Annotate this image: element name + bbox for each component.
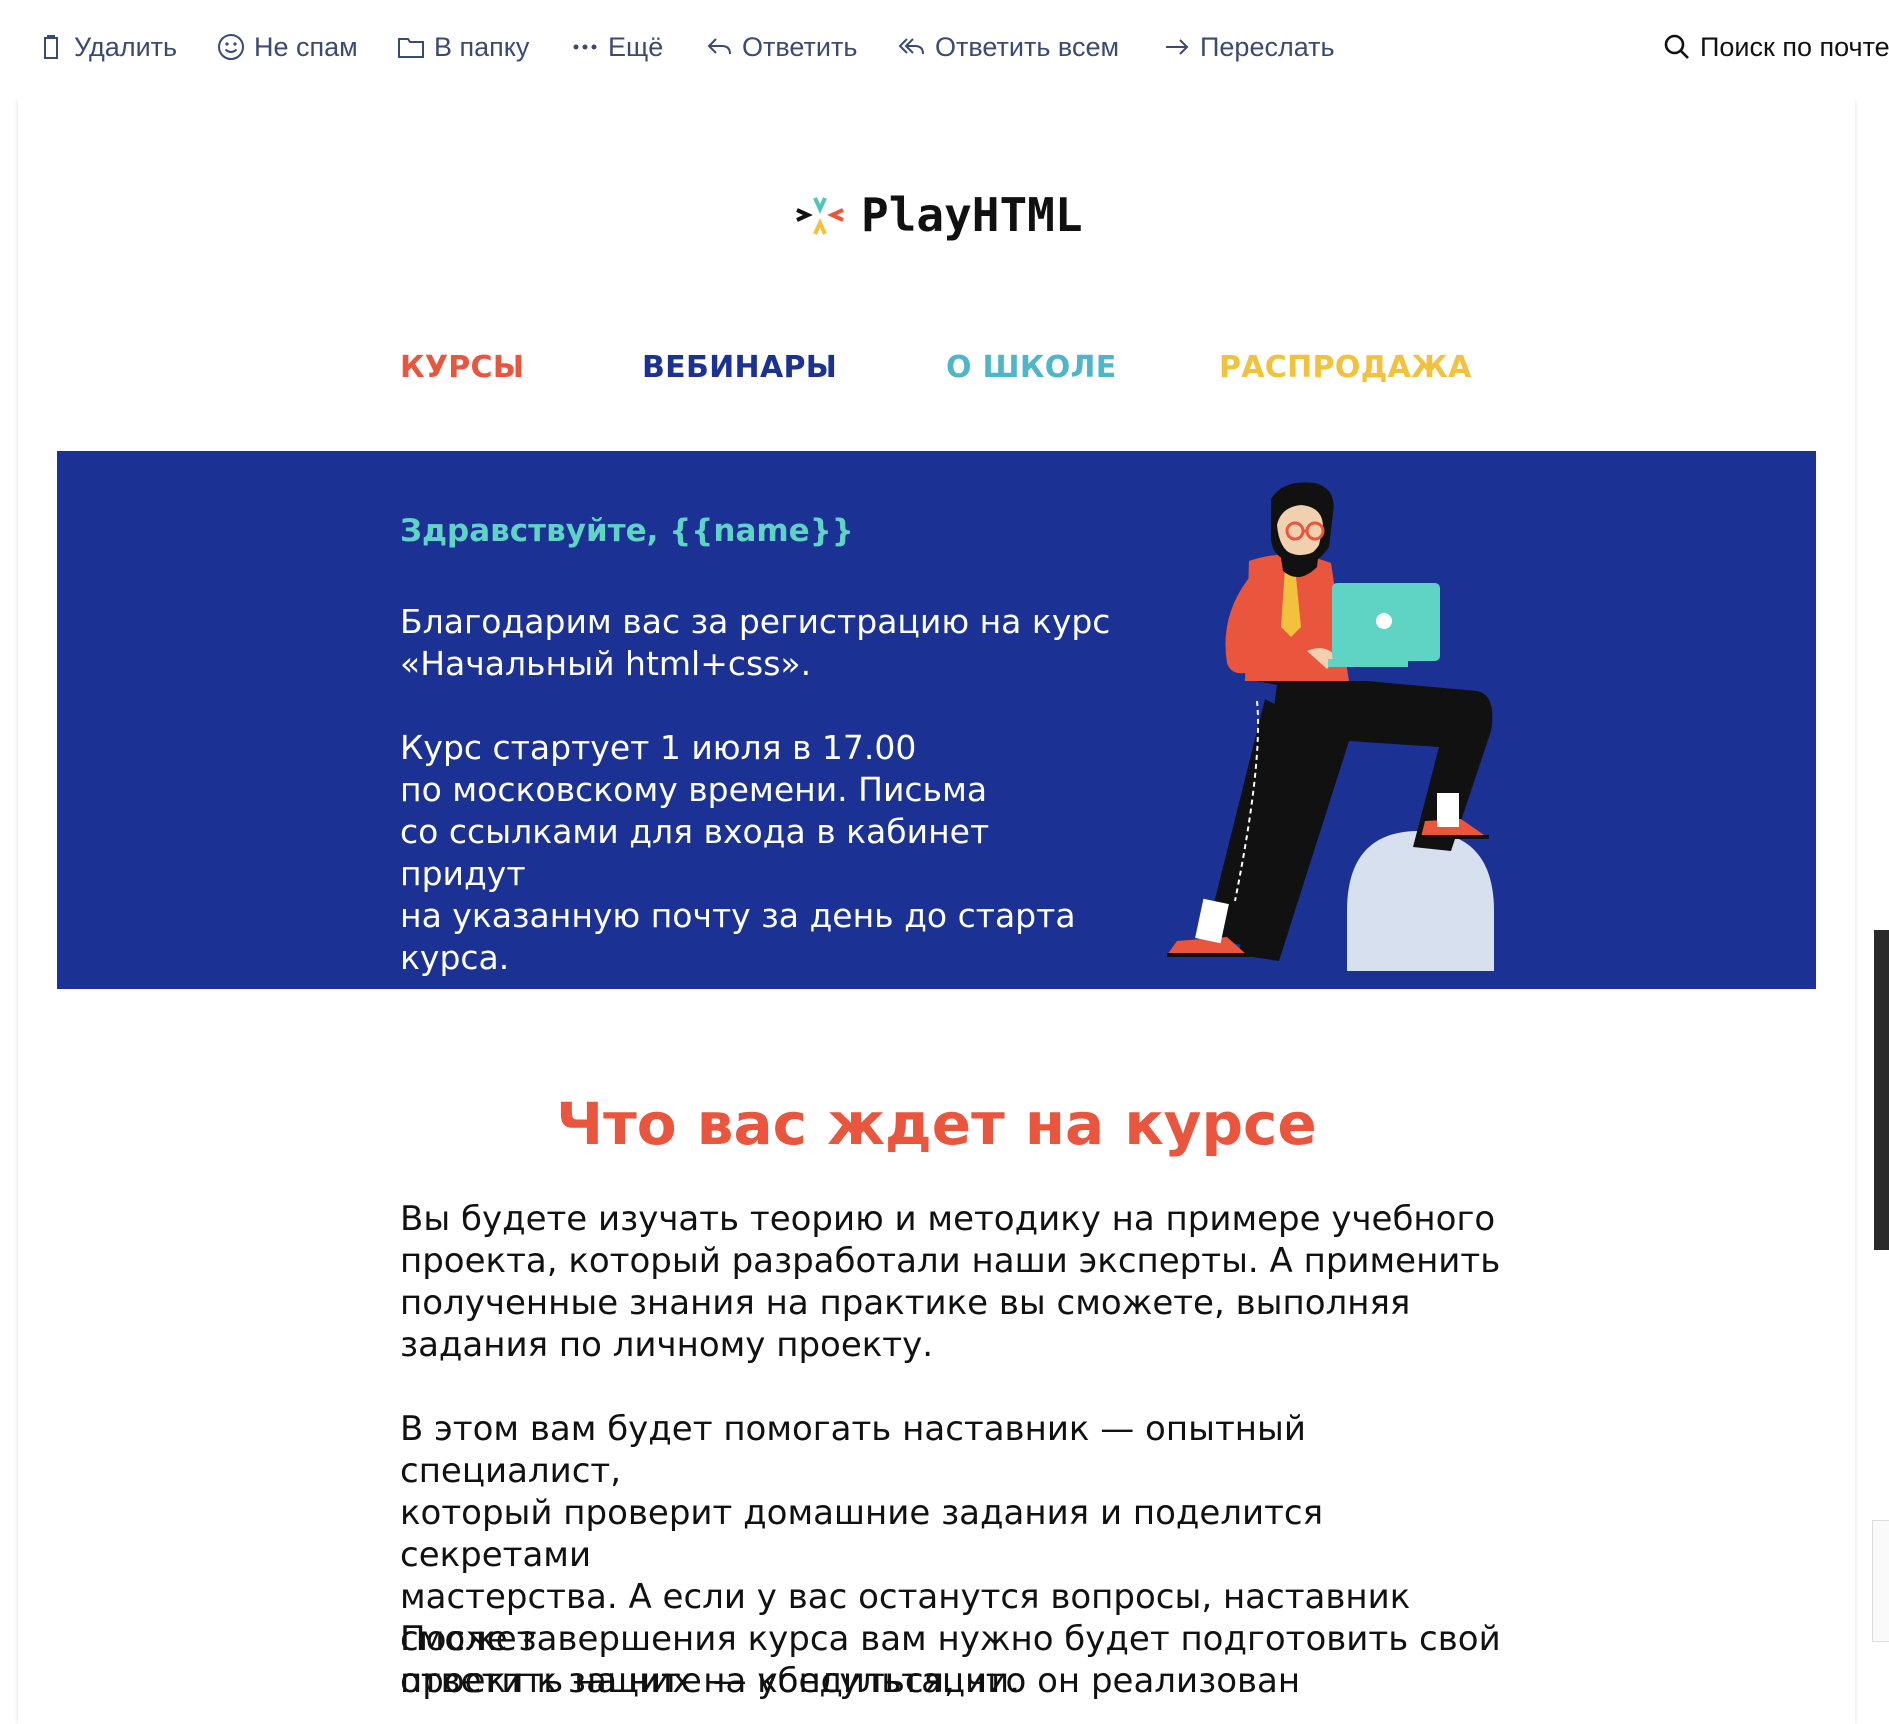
search-placeholder: Поиск по почте <box>1700 31 1889 62</box>
banner-line: по московскому времени. Письма <box>400 770 988 809</box>
playhtml-logo[interactable]: PlayHTML <box>793 180 1083 250</box>
search-field[interactable]: Поиск по почте <box>1662 26 1889 68</box>
nav-sale[interactable]: РАСПРОДАЖА <box>1219 350 1472 400</box>
welcome-banner: Здравствуйте, {{name}} Благодарим вас за… <box>57 451 1816 989</box>
course-paragraph-3: После завершения курса вам нужно будет п… <box>400 1618 1520 1702</box>
banner-line: со ссылками для входа в кабинет придут <box>400 812 990 893</box>
more-label: Ещё <box>608 31 664 62</box>
nav-about[interactable]: О ШКОЛЕ <box>946 350 1117 400</box>
adjacent-pane-edge <box>1872 1520 1889 1642</box>
paragraph-line: который проверит домашние задания и поде… <box>400 1493 1324 1575</box>
nav-webinars-label: ВЕБИНАРЫ <box>642 350 838 385</box>
mail-toolbar: Удалить Не спам В папку Ещё Ответить Отв… <box>0 0 1889 100</box>
nav-courses[interactable]: КУРСЫ <box>400 350 524 400</box>
man-with-laptop-illustration <box>1167 482 1494 971</box>
not-spam-button[interactable]: Не спам <box>216 26 358 68</box>
forward-button[interactable]: Переслать <box>1162 26 1335 68</box>
paragraph-line: Вы будете изучать теорию и методику на п… <box>400 1199 1496 1239</box>
reply-button[interactable]: Ответить <box>704 26 857 68</box>
more-button[interactable]: Ещё <box>570 26 663 68</box>
paragraph-line: После завершения курса вам нужно будет п… <box>400 1619 1501 1659</box>
forward-label: Переслать <box>1200 31 1335 62</box>
email-body: PlayHTML КУРСЫ ВЕБИНАРЫ О ШКОЛЕ РАСПРОДА… <box>18 100 1855 1724</box>
reply-all-arrow-icon <box>898 38 924 55</box>
section-title: Что вас ждет на курсе <box>556 1090 1317 1158</box>
delete-button[interactable]: Удалить <box>36 26 177 68</box>
greeting: Здравствуйте, {{name}} <box>400 513 854 549</box>
paragraph-line: задания по личному проекту. <box>400 1325 934 1365</box>
banner-line: Курс стартует 1 июля в 17.00 <box>400 728 917 767</box>
nav-courses-label: КУРСЫ <box>400 350 525 385</box>
nav-webinars[interactable]: ВЕБИНАРЫ <box>642 350 837 400</box>
smile-icon <box>218 34 244 60</box>
nav-about-label: О ШКОЛЕ <box>946 350 1117 385</box>
trash-icon <box>44 35 58 59</box>
forward-arrow-icon <box>1166 39 1189 55</box>
reply-arrow-icon <box>707 38 731 55</box>
banner-line: Благодарим вас за регистрацию на курс <box>400 602 1111 641</box>
move-to-folder-button[interactable]: В папку <box>396 26 529 68</box>
search-icon <box>1664 34 1689 59</box>
paragraph-line: проект к защите — убедиться, что он реал… <box>400 1661 1301 1701</box>
delete-label: Удалить <box>74 31 178 62</box>
more-dots-icon <box>573 44 597 50</box>
move-to-folder-label: В папку <box>434 31 530 62</box>
banner-paragraph-2: Курс стартует 1 июля в 17.00 по московск… <box>400 727 1120 979</box>
nav-sale-label: РАСПРОДАЖА <box>1219 350 1472 385</box>
logo-text: PlayHTML <box>861 188 1083 242</box>
logo-mark-icon <box>796 197 844 235</box>
reply-all-label: Ответить всем <box>935 31 1120 62</box>
adjacent-pane-edge <box>1874 930 1889 1250</box>
banner-line: курса. <box>400 938 510 977</box>
course-paragraph-1: Вы будете изучать теорию и методику на п… <box>400 1198 1520 1366</box>
reply-all-button[interactable]: Ответить всем <box>897 26 1119 68</box>
banner-line: «Начальный html+css». <box>400 644 812 683</box>
paragraph-line: В этом вам будет помогать наставник — оп… <box>400 1409 1306 1491</box>
banner-line: на указанную почту за день до старта <box>400 896 1076 935</box>
banner-paragraph-1: Благодарим вас за регистрацию на курс «Н… <box>400 601 1120 685</box>
folder-icon <box>398 38 424 58</box>
paragraph-line: полученные знания на практике вы сможете… <box>400 1283 1411 1323</box>
not-spam-label: Не спам <box>254 31 358 62</box>
paragraph-line: проекта, который разработали наши экспер… <box>400 1241 1501 1281</box>
reply-label: Ответить <box>742 31 858 62</box>
